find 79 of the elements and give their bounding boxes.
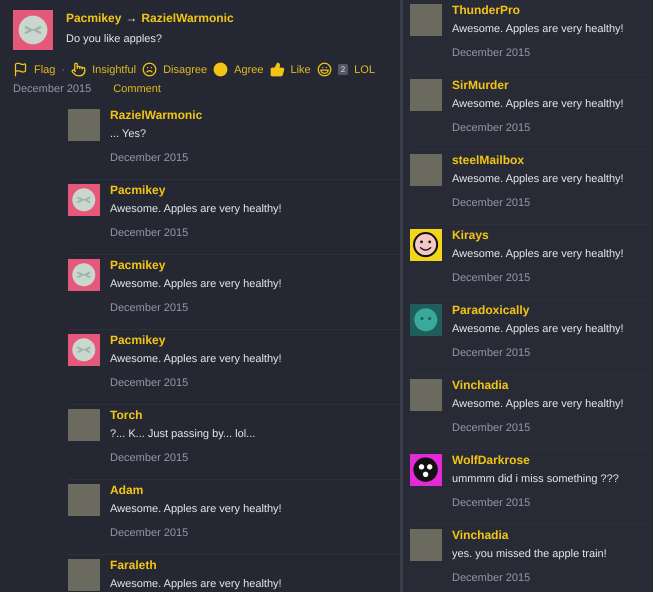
flag-icon [13, 62, 28, 77]
reaction-link[interactable]: Agree [234, 64, 264, 76]
comment-text: Awesome. Apples are very healthy! [110, 352, 283, 367]
comment-text: ?... K... Just passing by... lol... [110, 427, 256, 442]
comment-text: Awesome. Apples are very healthy! [110, 277, 283, 292]
photo-placeholder [410, 379, 442, 411]
photo-placeholder [68, 484, 100, 516]
user-name[interactable]: Pacmikey [110, 257, 400, 273]
comment-text: Awesome. Apples are very healthy! [452, 247, 625, 262]
comment-text: Awesome. Apples are very healthy! [452, 97, 625, 112]
comment-date: December 2015 [110, 301, 190, 316]
comment-date: December 2015 [452, 121, 532, 136]
photo-placeholder [68, 559, 100, 591]
user-name[interactable]: Paradoxically [452, 302, 653, 318]
insightful-icon [71, 62, 86, 77]
comment-text: Awesome. Apples are very healthy! [110, 502, 283, 517]
post-date: December 2015 [13, 82, 92, 97]
photo-placeholder [410, 79, 442, 111]
comment-link[interactable]: Comment [113, 81, 161, 97]
lol-icon [316, 62, 332, 77]
photo-placeholder [68, 409, 100, 441]
comment-text: ummmm did i miss something ??? [452, 472, 620, 487]
photo-placeholder [410, 4, 442, 36]
comment-text: Awesome. Apples are very healthy! [452, 322, 625, 337]
avatar-logo-icon [13, 10, 53, 50]
comment-date: December 2015 [110, 451, 190, 466]
post-text: Do you like apples? [66, 32, 164, 47]
reaction-count: 2 [338, 64, 348, 75]
comment-text: Awesome. Apples are very healthy! [452, 172, 625, 187]
author-name[interactable]: Pacmikey [66, 10, 122, 26]
like-icon [270, 62, 284, 77]
comment-text: yes. you missed the apple train! [452, 547, 608, 562]
face-avatar-icon [410, 304, 442, 336]
dots-avatar-icon [410, 454, 442, 486]
user-name[interactable]: RazielWarmonic [110, 107, 400, 123]
user-name[interactable]: Adam [110, 482, 400, 498]
comment-text: ... Yes? [110, 127, 148, 142]
user-name[interactable]: Pacmikey [110, 332, 400, 348]
recipient-name[interactable]: RazielWarmonic [141, 10, 234, 26]
avatar-logo-icon [68, 259, 100, 291]
reaction-link[interactable]: LOL [354, 64, 375, 76]
arrow-symbol: → [125, 11, 138, 25]
comment-text: Awesome. Apples are very healthy! [110, 577, 283, 592]
avatar-logo-icon [68, 184, 100, 216]
comment-date: December 2015 [110, 226, 190, 241]
user-name[interactable]: WolfDarkrose [452, 452, 653, 468]
comment-date: December 2015 [110, 151, 190, 166]
comment-date: December 2015 [110, 526, 190, 541]
reaction-link[interactable]: Like [290, 64, 311, 76]
comment-date: December 2015 [452, 496, 532, 511]
comment-date: December 2015 [452, 271, 532, 286]
reaction-link[interactable]: Disagree [163, 64, 208, 76]
comment-text: Awesome. Apples are very healthy! [452, 397, 625, 412]
comment-date: December 2015 [452, 346, 532, 361]
user-name[interactable]: Faraleth [110, 557, 400, 573]
smiley-avatar-icon [410, 229, 442, 261]
user-name[interactable]: SirMurder [452, 77, 653, 93]
comment-text: Awesome. Apples are very healthy! [110, 202, 283, 217]
disagree-icon [142, 62, 158, 77]
user-name[interactable]: Kirays [452, 227, 653, 243]
user-name[interactable]: Vinchadia [452, 527, 653, 543]
comment-date: December 2015 [452, 421, 532, 436]
comment-date: December 2015 [452, 46, 532, 61]
user-name[interactable]: Pacmikey [110, 182, 400, 198]
user-name[interactable]: Vinchadia [452, 377, 653, 393]
reaction-link[interactable]: Flag [34, 64, 56, 76]
user-name[interactable]: steelMailbox [452, 152, 653, 168]
user-name[interactable]: Torch [110, 407, 400, 423]
photo-placeholder [410, 154, 442, 186]
separator-dot: · [61, 64, 66, 76]
photo-placeholder [410, 529, 442, 561]
photo-placeholder [68, 109, 100, 141]
user-name[interactable]: ThunderPro [452, 2, 653, 18]
reaction-link[interactable]: Insightful [92, 64, 136, 76]
comment-date: December 2015 [110, 376, 190, 391]
comment-text: Awesome. Apples are very healthy! [452, 22, 625, 37]
avatar-logo-icon [68, 334, 100, 366]
comment-date: December 2015 [452, 571, 532, 586]
comment-date: December 2015 [452, 196, 532, 211]
